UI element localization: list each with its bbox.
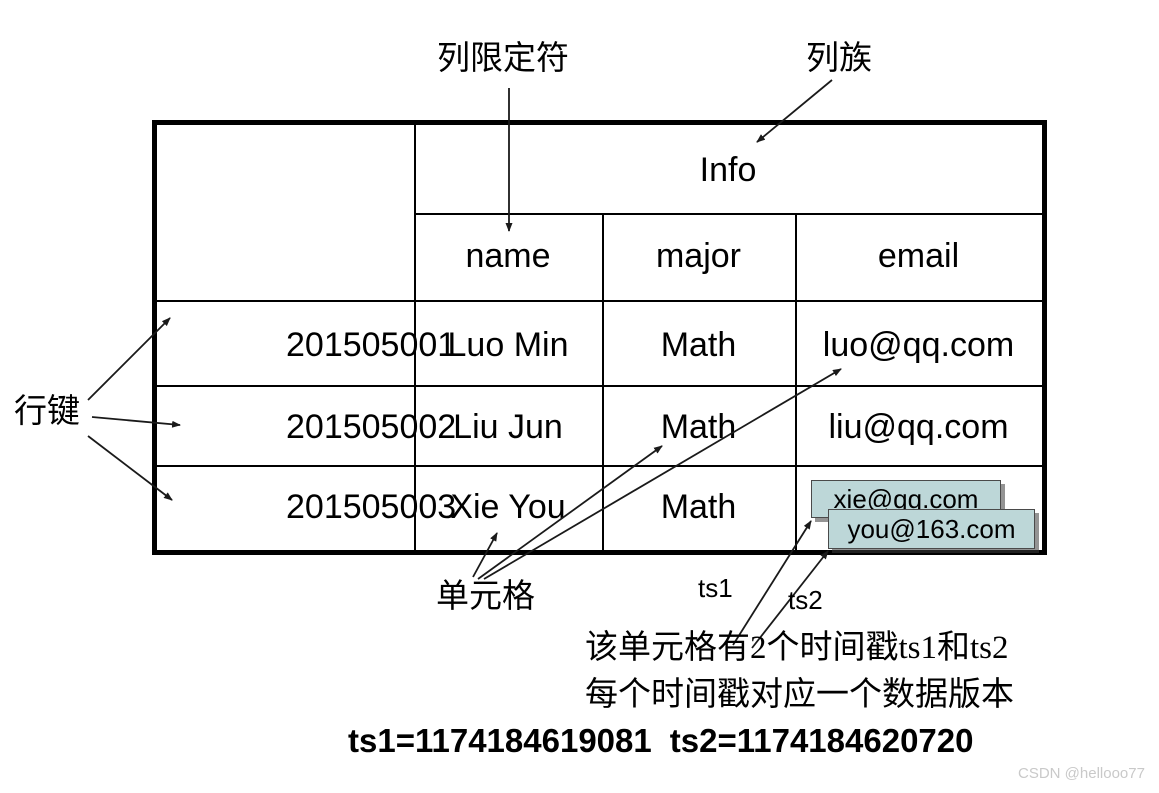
note-line-3: ts1=1174184619081 ts2=1174184620720 — [348, 724, 974, 757]
row-divider-header-body — [157, 300, 1042, 302]
label-column-family: 列族 — [806, 41, 872, 77]
note-line-1: 该单元格有2个时间戳ts1和ts2 — [585, 630, 1009, 666]
label-ts1: ts1 — [698, 573, 733, 603]
note-line-2: 每个时间戳对应一个数据版本 — [585, 677, 1014, 713]
row-divider-r2-r3 — [157, 465, 1042, 467]
label-cell: 单元格 — [436, 579, 535, 615]
cell-name-1: Luo Min — [447, 326, 569, 364]
column-qualifier-name: name — [465, 237, 551, 275]
cell-major-3: Math — [660, 488, 737, 526]
label-ts2: ts2 — [788, 585, 823, 615]
label-row-key: 行键 — [14, 394, 80, 430]
label-column-qualifier: 列限定符 — [437, 41, 569, 77]
note-ts1-value: ts1=1174184619081 — [348, 722, 652, 759]
diagram-canvas: Info name major email 201505001 Luo Min … — [0, 0, 1159, 793]
cell-name-3: Xie You — [450, 488, 566, 526]
cell-email-2: liu@qq.com — [828, 408, 1009, 446]
cell-name-2: Liu Jun — [453, 408, 563, 446]
versioned-cell-value-ts2: you@163.com — [828, 509, 1035, 549]
cell-email-1: luo@qq.com — [822, 326, 1015, 364]
column-qualifier-email: email — [877, 237, 960, 275]
row-divider-family-qualifier — [414, 213, 1042, 215]
note-ts2-value: ts2=1174184620720 — [669, 722, 974, 759]
cell-major-2: Math — [660, 408, 737, 446]
column-qualifier-major: major — [655, 237, 742, 275]
row-divider-r1-r2 — [157, 385, 1042, 387]
watermark: CSDN @hellooo77 — [1018, 765, 1145, 782]
cell-major-1: Math — [660, 326, 737, 364]
column-family-header: Info — [699, 151, 757, 189]
